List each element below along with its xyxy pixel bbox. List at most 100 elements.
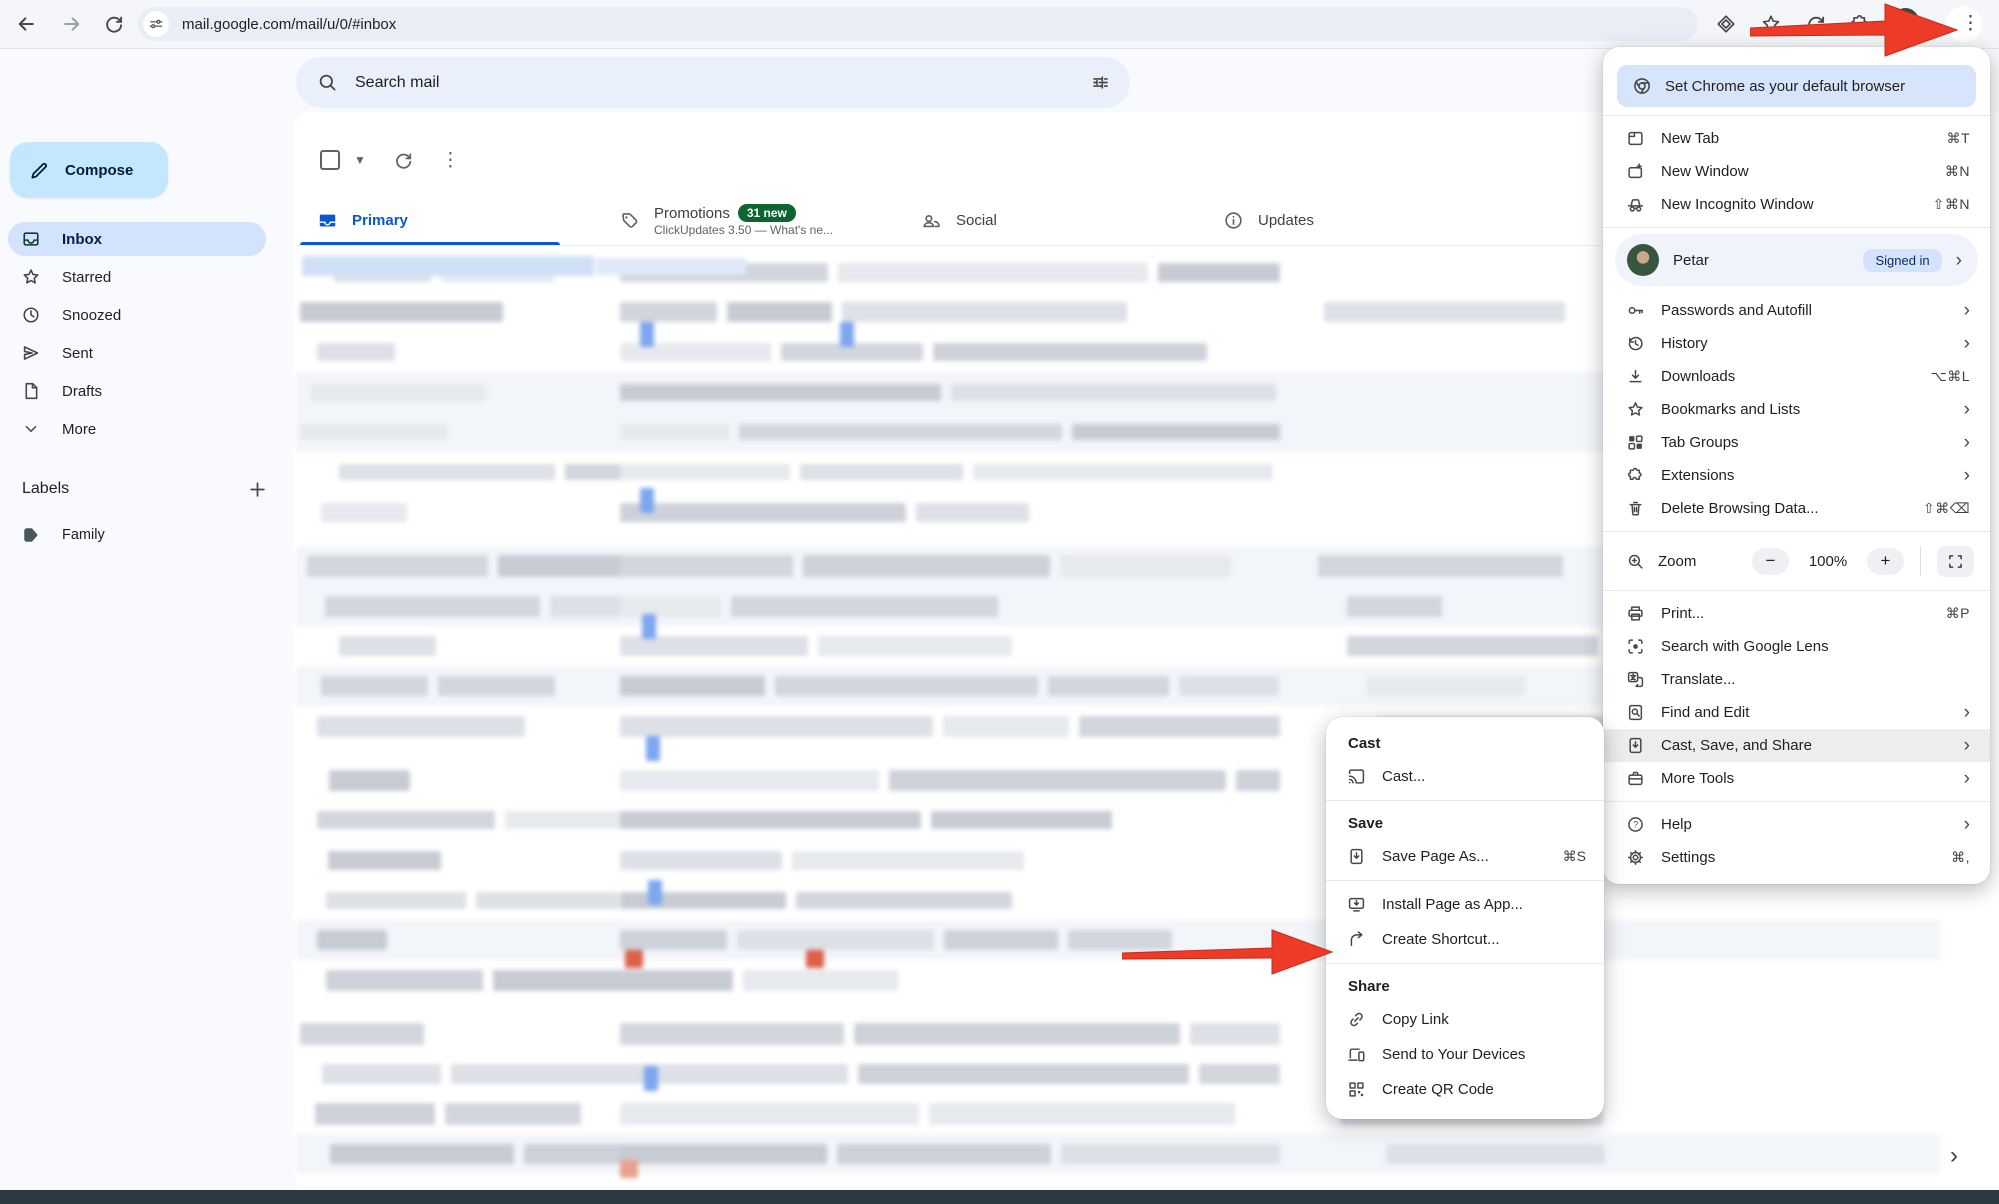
select-dropdown-caret-icon[interactable]: ▼ bbox=[354, 153, 366, 167]
menu-item-print[interactable]: Print...⌘P bbox=[1603, 597, 1990, 630]
install-app-icon bbox=[1348, 896, 1365, 913]
more-tools-icon bbox=[1627, 770, 1644, 787]
menu-item-passwords-and-autofill[interactable]: Passwords and Autofill› bbox=[1603, 294, 1990, 327]
site-settings-icon[interactable] bbox=[143, 11, 169, 37]
sidebar-item-sent[interactable]: Sent bbox=[8, 336, 266, 370]
sidebar-nav: Inbox Starred Snoozed Sent Drafts More bbox=[0, 222, 282, 450]
tab-updates[interactable]: Updates bbox=[1202, 196, 1504, 245]
submenu-item-cast[interactable]: Cast... bbox=[1326, 759, 1604, 794]
new-tab-icon bbox=[1627, 130, 1644, 147]
sidebar-item-starred[interactable]: Starred bbox=[8, 260, 266, 294]
search-input[interactable]: Search mail bbox=[355, 74, 439, 92]
select-all-checkbox[interactable] bbox=[320, 150, 340, 170]
search-options-tune-icon[interactable] bbox=[1091, 73, 1110, 92]
chevron-right-icon: › bbox=[1964, 815, 1970, 834]
zoom-out-button[interactable]: − bbox=[1752, 548, 1789, 575]
translate-icon bbox=[1627, 671, 1644, 688]
reload-icon[interactable] bbox=[104, 14, 124, 34]
zoom-divider bbox=[1920, 546, 1921, 576]
menu-item-search-with-google-lens[interactable]: Search with Google Lens bbox=[1603, 630, 1990, 663]
pencil-icon bbox=[30, 161, 49, 180]
menu-divider bbox=[1603, 801, 1990, 802]
menu-item-delete-browsing-data[interactable]: Delete Browsing Data...⇧⌘⌫ bbox=[1603, 492, 1990, 525]
forward-icon[interactable] bbox=[62, 14, 82, 34]
menu-item-help[interactable]: ?Help› bbox=[1603, 808, 1990, 841]
tab-groups-icon bbox=[1627, 434, 1644, 451]
menu-item-new-window[interactable]: New Window⌘N bbox=[1603, 155, 1990, 188]
chevron-down-icon bbox=[22, 420, 40, 438]
menu-item-bookmarks-and-lists[interactable]: Bookmarks and Lists› bbox=[1603, 393, 1990, 426]
submenu-item-label: Send to Your Devices bbox=[1382, 1046, 1586, 1063]
sidebar-item-snoozed[interactable]: Snoozed bbox=[8, 298, 266, 332]
lens-icon bbox=[1627, 638, 1644, 655]
profile-row[interactable]: PetarSigned in› bbox=[1615, 234, 1978, 286]
menu-item-extensions[interactable]: Extensions› bbox=[1603, 459, 1990, 492]
menu-item-new-incognito-window[interactable]: New Incognito Window⇧⌘N bbox=[1603, 188, 1990, 221]
find-edit-icon bbox=[1627, 704, 1644, 721]
sidebar-item-label: Inbox bbox=[62, 231, 102, 248]
submenu-item-create-qr-code[interactable]: Create QR Code bbox=[1326, 1072, 1604, 1107]
submenu-item-copy-link[interactable]: Copy Link bbox=[1326, 1002, 1604, 1037]
sidebar-item-more[interactable]: More bbox=[8, 412, 266, 446]
menu-item-translate[interactable]: Translate... bbox=[1603, 663, 1990, 696]
label-name: Family bbox=[62, 527, 105, 543]
menu-divider bbox=[1603, 531, 1990, 532]
sidebar-item-label: Sent bbox=[62, 345, 93, 362]
sidebar-item-label: Drafts bbox=[62, 383, 102, 400]
menu-item-find-and-edit[interactable]: Find and Edit› bbox=[1603, 696, 1990, 729]
back-icon[interactable] bbox=[16, 14, 36, 34]
menu-item-label: New Incognito Window bbox=[1661, 196, 1916, 213]
menu-item-more-tools[interactable]: More Tools› bbox=[1603, 762, 1990, 795]
tab-primary[interactable]: Primary bbox=[296, 196, 598, 245]
refresh-icon[interactable] bbox=[394, 151, 413, 170]
menu-item-history[interactable]: History› bbox=[1603, 327, 1990, 360]
zoom-in-button[interactable]: + bbox=[1867, 548, 1904, 575]
set-default-browser-label: Set Chrome as your default browser bbox=[1665, 78, 1905, 95]
tab-label: Primary bbox=[352, 212, 408, 229]
tab-label: Promotions bbox=[654, 205, 730, 222]
submenu-section-save: Save bbox=[1326, 807, 1604, 839]
menu-item-settings[interactable]: Settings⌘, bbox=[1603, 841, 1990, 874]
browser-menu-kebab-icon[interactable]: ⋮ bbox=[1961, 14, 1980, 33]
submenu-item-send-to-your-devices[interactable]: Send to Your Devices bbox=[1326, 1037, 1604, 1072]
tab-social[interactable]: Social bbox=[900, 196, 1202, 245]
menu-item-label: Delete Browsing Data... bbox=[1661, 500, 1906, 517]
search-bar[interactable]: Search mail bbox=[296, 57, 1130, 108]
more-options-kebab-icon[interactable]: ⋮ bbox=[441, 151, 460, 170]
sidebar-item-inbox[interactable]: Inbox bbox=[8, 222, 266, 256]
reading-mode-icon[interactable] bbox=[1716, 14, 1736, 34]
chevron-right-icon[interactable]: › bbox=[1950, 1142, 1958, 1170]
submenu-item-label: Install Page as App... bbox=[1382, 896, 1586, 913]
menu-item-cast-save-and-share[interactable]: Cast, Save, and Share› bbox=[1603, 729, 1990, 762]
labels-title: Labels bbox=[22, 480, 249, 498]
svg-text:?: ? bbox=[1633, 820, 1638, 830]
compose-button[interactable]: Compose bbox=[10, 142, 168, 198]
primary-tab-icon bbox=[318, 211, 337, 230]
submenu-item-create-shortcut[interactable]: Create Shortcut... bbox=[1326, 922, 1604, 957]
fullscreen-icon bbox=[1948, 554, 1963, 569]
submenu-section-share: Share bbox=[1326, 970, 1604, 1002]
submenu-item-save-page-as[interactable]: Save Page As...⌘S bbox=[1326, 839, 1604, 874]
tab-promotions[interactable]: Promotions31 newClickUpdates 3.50 — What… bbox=[598, 196, 900, 245]
submenu-item-install-page-as-app[interactable]: Install Page as App... bbox=[1326, 887, 1604, 922]
sidebar-item-drafts[interactable]: Drafts bbox=[8, 374, 266, 408]
menu-item-label: Print... bbox=[1661, 605, 1929, 622]
help-icon: ? bbox=[1627, 816, 1644, 833]
label-item-family[interactable]: Family bbox=[8, 518, 266, 552]
tab-label: Updates bbox=[1258, 212, 1314, 229]
menu-item-new-tab[interactable]: New Tab⌘T bbox=[1603, 122, 1990, 155]
cast-save-share-icon bbox=[1627, 737, 1644, 754]
shortcut-label: ⌘, bbox=[1951, 849, 1970, 866]
chevron-right-icon: › bbox=[1964, 301, 1970, 320]
tab-subtitle: ClickUpdates 3.50 — What's ne... bbox=[654, 223, 833, 237]
menu-item-downloads[interactable]: Downloads⌥⌘L bbox=[1603, 360, 1990, 393]
create-label-plus-icon[interactable] bbox=[249, 481, 266, 498]
menu-item-label: Translate... bbox=[1661, 671, 1970, 688]
address-bar[interactable]: mail.google.com/mail/u/0/#inbox bbox=[138, 7, 1698, 41]
submenu-item-label: Create QR Code bbox=[1382, 1081, 1586, 1098]
fullscreen-button[interactable] bbox=[1937, 546, 1974, 577]
menu-item-tab-groups[interactable]: Tab Groups› bbox=[1603, 426, 1990, 459]
cast-icon bbox=[1348, 768, 1365, 785]
set-default-browser-button[interactable]: Set Chrome as your default browser bbox=[1617, 65, 1976, 107]
red-arrow-to-create-shortcut bbox=[1122, 928, 1336, 978]
